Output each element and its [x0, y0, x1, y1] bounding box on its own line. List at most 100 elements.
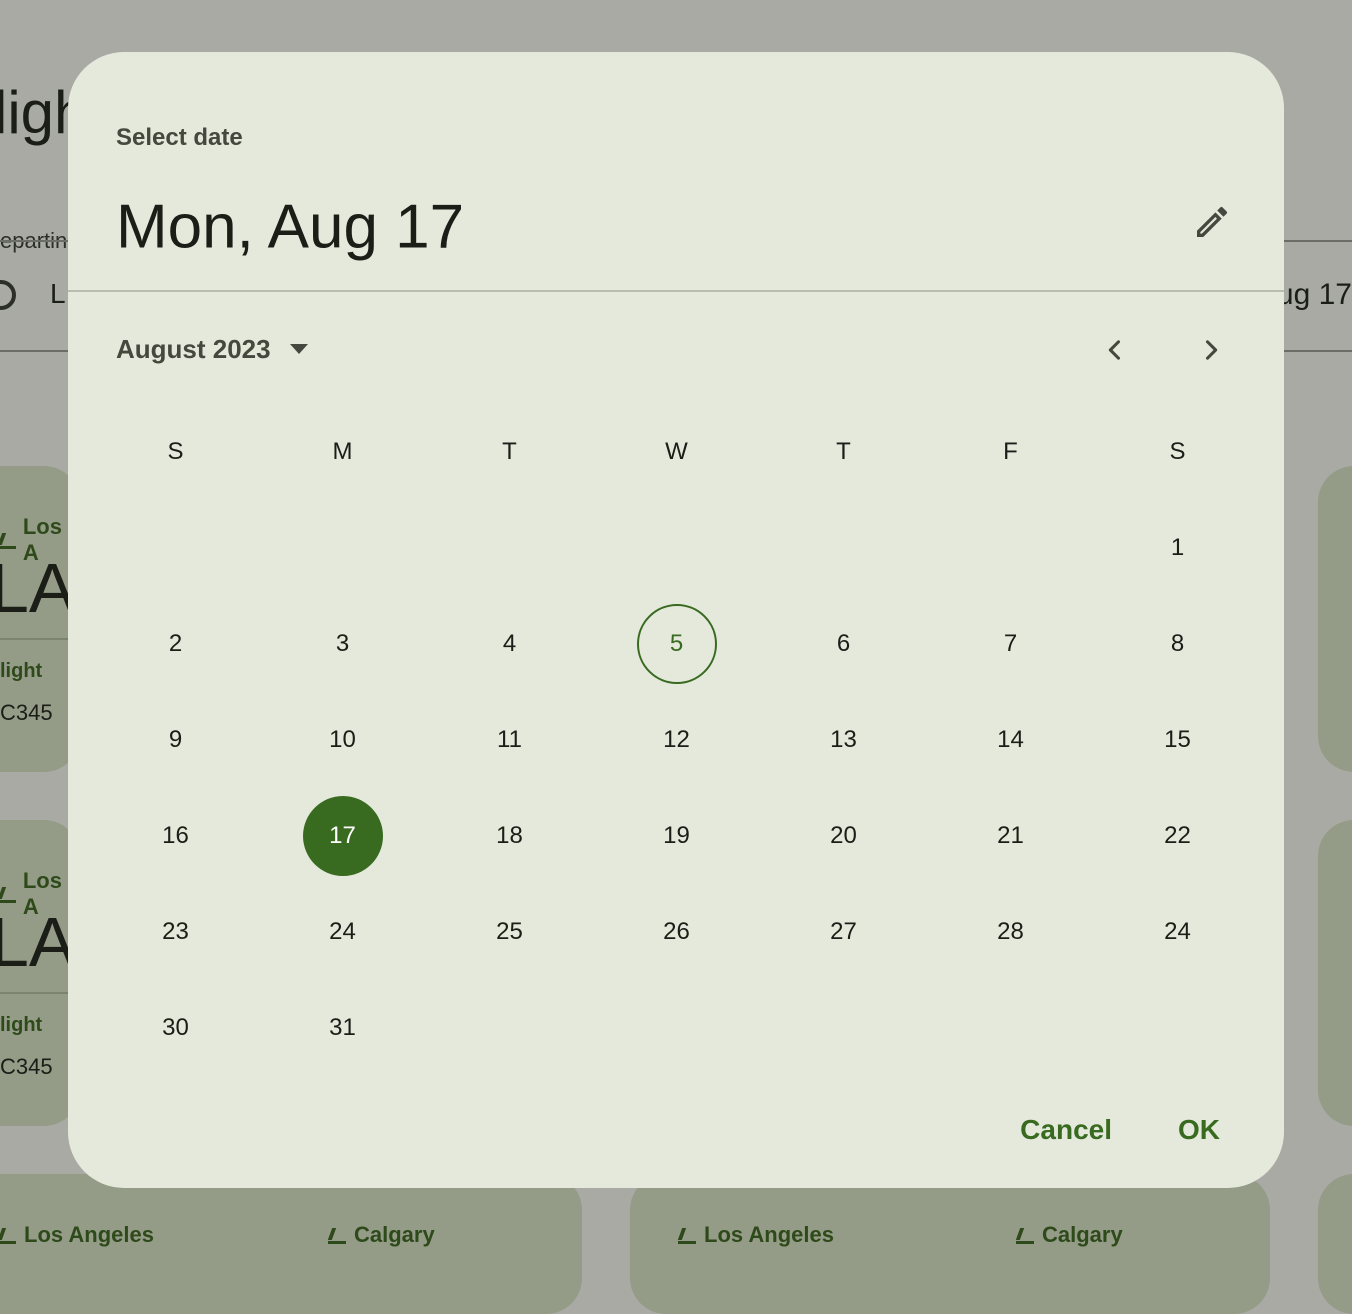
day-button[interactable]: 18 — [470, 796, 550, 876]
day-cell: 17 — [259, 788, 426, 884]
weekday-header: T — [836, 438, 851, 465]
day-cell: 15 — [1094, 692, 1261, 788]
day-button[interactable]: 6 — [804, 604, 884, 684]
flight-card-to: Calgary — [326, 1222, 435, 1248]
day-cell: 8 — [1094, 596, 1261, 692]
day-button[interactable]: 24 — [303, 892, 383, 972]
edit-date-button[interactable] — [1180, 190, 1244, 254]
dialog-actions: Cancel OK — [1004, 1104, 1236, 1156]
empty-day-cell — [593, 500, 760, 596]
day-cell: 3 — [259, 596, 426, 692]
day-button[interactable]: 13 — [804, 700, 884, 780]
weekday-header: S — [1169, 438, 1186, 465]
day-cell: 19 — [593, 788, 760, 884]
day-button[interactable]: 23 — [136, 892, 216, 972]
flight-card-from: Los Angeles — [676, 1222, 834, 1248]
day-cell: 24 — [1094, 884, 1261, 980]
flight-card-flight-number: C345 — [0, 1054, 53, 1079]
date-picker-dialog: Select date Mon, Aug 17 August 2023 S M T W… — [68, 52, 1284, 1188]
day-button[interactable]: 20 — [804, 796, 884, 876]
weekday-header: T — [502, 438, 517, 465]
day-button[interactable]: 31 — [303, 988, 383, 1068]
day-cell: 7 — [927, 596, 1094, 692]
flight-card-code: LA — [0, 903, 76, 981]
day-cell: 14 — [927, 692, 1094, 788]
dialog-label: Select date — [116, 124, 243, 151]
flight-card-edge — [1318, 466, 1352, 772]
chevron-left-icon — [1108, 340, 1121, 360]
day-cell: 11 — [426, 692, 593, 788]
day-cell: 21 — [927, 788, 1094, 884]
day-button[interactable]: 15 — [1138, 700, 1218, 780]
selected-day-button[interactable]: 17 — [302, 796, 383, 876]
day-button[interactable]: 3 — [303, 604, 383, 684]
selected-date-headline: Mon, Aug 17 — [116, 192, 465, 262]
day-button[interactable]: 1 — [1138, 508, 1218, 588]
weekday-header: M — [332, 438, 353, 465]
day-cell: 18 — [426, 788, 593, 884]
day-button[interactable]: 21 — [971, 796, 1051, 876]
day-button[interactable]: 19 — [637, 796, 717, 876]
weekday-header: W — [665, 438, 688, 465]
day-cell: 5 — [593, 596, 760, 692]
today-day-button[interactable]: 5 — [636, 604, 717, 684]
day-button[interactable]: 14 — [971, 700, 1051, 780]
flight-card: Los Angeles Calgary — [0, 1174, 582, 1314]
day-button[interactable]: 11 — [470, 700, 550, 780]
day-cell: 1 — [1094, 500, 1261, 596]
day-cell: 25 — [426, 884, 593, 980]
chevron-right-icon — [1205, 340, 1218, 360]
caret-down-icon — [289, 344, 308, 354]
day-cell: 16 — [92, 788, 259, 884]
day-cell: 30 — [92, 980, 259, 1076]
day-cell: 23 — [92, 884, 259, 980]
day-cell: 24 — [259, 884, 426, 980]
empty-day-cell — [760, 500, 927, 596]
calendar-grid: S M T W T F S 1 2 3 4 5 6 7 8 9 10 11 12 13 14 15 16 17 18 19 20 21… — [92, 404, 1261, 1076]
day-cell: 26 — [593, 884, 760, 980]
pencil-icon — [1197, 206, 1228, 237]
day-button[interactable]: 16 — [136, 796, 216, 876]
day-button[interactable]: 26 — [637, 892, 717, 972]
ok-button[interactable]: OK — [1162, 1104, 1236, 1156]
departing-field-value: L — [50, 278, 66, 309]
cancel-button[interactable]: Cancel — [1004, 1104, 1128, 1156]
day-cell: 6 — [760, 596, 927, 692]
day-cell: 22 — [1094, 788, 1261, 884]
empty-day-cell — [426, 980, 593, 1076]
weekday-header: S — [167, 438, 184, 465]
radio-icon — [0, 280, 16, 310]
day-button[interactable]: 24 — [1138, 892, 1218, 972]
day-cell: 31 — [259, 980, 426, 1076]
flight-card-flight-label: light — [0, 1014, 43, 1036]
plane-takeoff-icon — [326, 1226, 348, 1244]
day-cell: 27 — [760, 884, 927, 980]
day-button[interactable]: 10 — [303, 700, 383, 780]
day-cell: 28 — [927, 884, 1094, 980]
day-button[interactable]: 30 — [136, 988, 216, 1068]
flight-card-edge — [1318, 820, 1352, 1126]
day-cell: 4 — [426, 596, 593, 692]
day-button[interactable]: 12 — [637, 700, 717, 780]
day-cell: 9 — [92, 692, 259, 788]
flight-card: Los Angeles Calgary — [630, 1174, 1270, 1314]
empty-day-cell — [259, 500, 426, 596]
next-month-button[interactable] — [1185, 324, 1237, 376]
day-button[interactable]: 9 — [136, 700, 216, 780]
day-button[interactable]: 8 — [1138, 604, 1218, 684]
empty-day-cell — [927, 980, 1094, 1076]
plane-takeoff-icon — [676, 1226, 698, 1244]
day-button[interactable]: 28 — [971, 892, 1051, 972]
day-cell: 13 — [760, 692, 927, 788]
previous-month-button[interactable] — [1089, 324, 1141, 376]
day-button[interactable]: 27 — [804, 892, 884, 972]
day-button[interactable]: 2 — [136, 604, 216, 684]
empty-day-cell — [426, 500, 593, 596]
plane-takeoff-icon — [0, 531, 17, 549]
day-button[interactable]: 22 — [1138, 796, 1218, 876]
day-button[interactable]: 25 — [470, 892, 550, 972]
day-button[interactable]: 4 — [470, 604, 550, 684]
month-year-selector[interactable]: August 2023 — [116, 324, 309, 374]
day-button[interactable]: 7 — [971, 604, 1051, 684]
day-cell: 12 — [593, 692, 760, 788]
